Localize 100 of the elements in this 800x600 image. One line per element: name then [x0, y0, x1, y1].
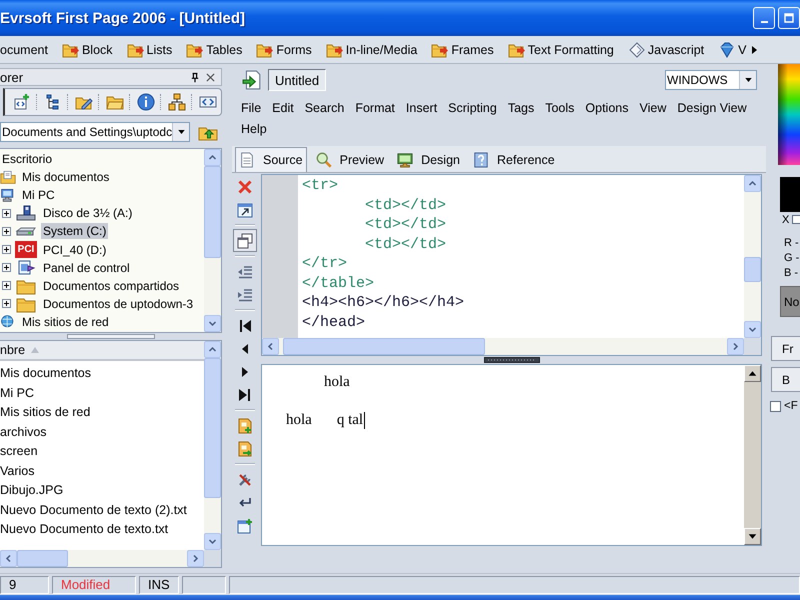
- tree-item[interactable]: Panel de control: [41, 260, 132, 276]
- list-entry[interactable]: Varios: [0, 462, 204, 481]
- horizontal-scrollbar[interactable]: [262, 338, 744, 355]
- color-spectrum[interactable]: [778, 64, 800, 165]
- vertical-scrollbar[interactable]: [744, 175, 761, 338]
- view-tab[interactable]: Source: [235, 147, 307, 172]
- dropdown-button[interactable]: [739, 71, 756, 89]
- triangle-down-icon: [748, 532, 757, 541]
- toolbar-button[interactable]: Tables: [186, 42, 242, 58]
- close-icon[interactable]: [206, 72, 215, 82]
- menu-item[interactable]: Design View: [677, 98, 747, 119]
- plus-box-icon[interactable]: [2, 208, 11, 218]
- list-entry[interactable]: Dibujo.JPG: [0, 481, 204, 500]
- plus-box-icon[interactable]: [2, 245, 11, 254]
- toolbar-button[interactable]: In-line/Media: [326, 42, 418, 58]
- view-tab[interactable]: Preview: [312, 147, 388, 172]
- scroll-right-button[interactable]: [727, 338, 744, 355]
- vertical-scrollbar[interactable]: [204, 341, 221, 550]
- list-entry[interactable]: Nuevo Documento de texto (2).txt: [0, 500, 204, 520]
- code-editor[interactable]: <tr> <td></td> <td></td> <td></td> </tr> </table> <h4><h6></h6></h4> </head>: [261, 174, 762, 356]
- toolbar-button[interactable]: Text Formatting: [508, 42, 614, 58]
- scroll-thumb[interactable]: [283, 338, 486, 355]
- toolbar-button[interactable]: Block: [62, 42, 113, 58]
- toolbar-button[interactable]: V: [718, 42, 747, 58]
- scroll-left-button[interactable]: [0, 550, 17, 567]
- maximize-button[interactable]: [778, 7, 800, 29]
- chevron-right-icon[interactable]: [752, 46, 757, 54]
- toolbar-button[interactable]: Lists: [126, 42, 172, 58]
- preview-pane[interactable]: hola hola q tal: [261, 364, 762, 546]
- toolbar-button[interactable]: ocument: [0, 42, 48, 56]
- menu-item[interactable]: Format: [355, 98, 395, 119]
- toolbar-button[interactable]: Javascript: [628, 42, 704, 58]
- column-header[interactable]: nbre: [0, 341, 204, 361]
- grip-icon[interactable]: [67, 334, 155, 339]
- tool-button[interactable]: [233, 229, 257, 252]
- line-ending-combo[interactable]: WINDOWS: [665, 70, 757, 90]
- scroll-thumb[interactable]: [204, 358, 221, 498]
- maximize-icon: [784, 13, 794, 23]
- toolbar-button[interactable]: Frames: [431, 42, 494, 58]
- menu-item[interactable]: Tools: [545, 98, 574, 119]
- code-line: <td></td>: [364, 215, 448, 234]
- tree-item[interactable]: PCI_40 (D:): [41, 242, 108, 258]
- plus-box-icon[interactable]: [2, 226, 11, 236]
- chevron-up-icon: [208, 153, 217, 162]
- chevron-up-icon: [208, 345, 217, 354]
- document-arrow-icon: [237, 440, 253, 456]
- menu-item[interactable]: Tags: [508, 98, 534, 119]
- view-tab[interactable]: Design: [393, 147, 464, 172]
- chevron-up-icon: [748, 179, 757, 188]
- scroll-left-button[interactable]: [262, 338, 279, 355]
- org-chart-icon[interactable]: [168, 93, 186, 111]
- checkbox[interactable]: [792, 215, 800, 224]
- path-combo[interactable]: Documents and Settings\uptodc: [0, 122, 190, 142]
- dropdown-button[interactable]: [172, 123, 190, 141]
- tree-item[interactable]: Escritorio: [0, 151, 54, 168]
- list-entry[interactable]: Nuevo Documento de texto.txt: [0, 520, 204, 540]
- checkbox[interactable]: [770, 400, 781, 412]
- tree-item[interactable]: Mi PC: [20, 187, 57, 204]
- scroll-thumb[interactable]: [744, 256, 761, 282]
- vertical-scrollbar[interactable]: [204, 149, 221, 332]
- plus-box-icon[interactable]: [2, 299, 11, 308]
- minimize-button[interactable]: [753, 7, 775, 29]
- document-arrow-icon[interactable]: [242, 70, 262, 90]
- scroll-right-button[interactable]: [187, 550, 204, 567]
- list-entry[interactable]: screen: [0, 442, 204, 462]
- scroll-thumb[interactable]: [204, 166, 221, 258]
- info-icon[interactable]: [137, 93, 155, 111]
- scroll-thumb[interactable]: [17, 550, 68, 567]
- plus-box-icon[interactable]: [2, 281, 11, 290]
- menu-item[interactable]: Scripting: [448, 98, 497, 119]
- menu-item[interactable]: Options: [585, 98, 628, 119]
- plus-box-icon[interactable]: [2, 263, 11, 272]
- list-entry[interactable]: archivos: [0, 422, 204, 442]
- list-entry[interactable]: Mis sitios de red: [0, 403, 204, 422]
- list-entry[interactable]: Mi PC: [0, 384, 204, 403]
- channel-label: R -: [783, 236, 800, 251]
- document-tab[interactable]: Untitled: [268, 69, 326, 91]
- tree-item[interactable]: System (C:): [41, 223, 108, 240]
- horizontal-scrollbar[interactable]: [0, 550, 204, 567]
- tree-item[interactable]: Mis documentos: [20, 169, 112, 186]
- menu-item[interactable]: Help: [241, 119, 267, 140]
- toolbar-button[interactable]: Forms: [256, 42, 312, 58]
- tree-item[interactable]: Mis sitios de red: [20, 314, 111, 330]
- menu-item[interactable]: View: [640, 98, 666, 119]
- tree-item[interactable]: Documentos compartidos: [41, 278, 182, 294]
- menu-item[interactable]: Search: [304, 98, 344, 119]
- pin-icon[interactable]: [191, 72, 199, 82]
- tree-item[interactable]: Documentos de uptodown-3: [41, 296, 196, 312]
- panel-button[interactable]: Fr: [771, 336, 800, 361]
- no-color-button[interactable]: No: [780, 286, 800, 317]
- view-tab[interactable]: Reference: [469, 147, 559, 172]
- menu-item[interactable]: File: [241, 98, 262, 119]
- grip-icon[interactable]: [484, 357, 540, 363]
- menu-item[interactable]: Insert: [406, 98, 438, 119]
- add-code-icon[interactable]: [13, 93, 31, 111]
- menu-item[interactable]: Edit: [272, 98, 294, 119]
- code-line: </table>: [302, 274, 376, 293]
- panel-button[interactable]: B: [771, 367, 800, 392]
- list-entry[interactable]: Mis documentos: [0, 364, 204, 384]
- tree-item[interactable]: Disco de 3½ (A:): [41, 205, 134, 222]
